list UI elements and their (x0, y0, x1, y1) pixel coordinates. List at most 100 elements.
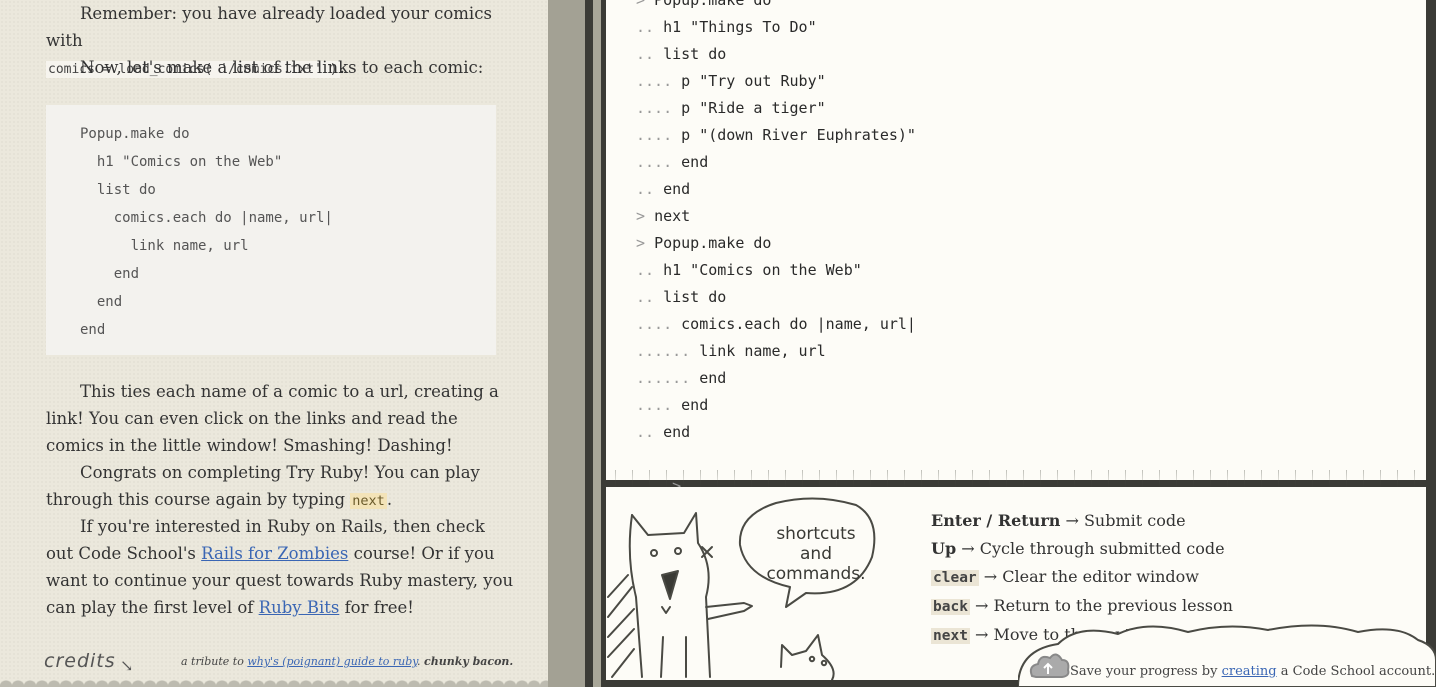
shortcut-row: back → Return to the previous lesson (931, 592, 1233, 621)
lesson-text: This ties each name of a comic to a url,… (46, 382, 499, 455)
terminal-code: p "(down River Euphrates)" (672, 126, 916, 144)
terminal-code: Popup.make do (654, 0, 772, 9)
terminal-code: h1 "Things To Do" (654, 18, 817, 36)
shortcut-key: Up (931, 539, 957, 558)
terminal-code: comics.each do |name, url| (672, 315, 916, 333)
code-line: end (80, 322, 106, 338)
rails-for-zombies-link[interactable]: Rails for Zombies (201, 544, 348, 563)
arrow-icon: → (975, 596, 989, 615)
terminal-code: Popup.make do (654, 234, 772, 252)
terminal-line: .. end (636, 419, 1426, 446)
scalloped-edge (0, 677, 548, 687)
lesson-text: Remember: you have already loaded your c… (46, 4, 492, 50)
terminal-line: .. h1 "Comics on the Web" (636, 257, 1426, 284)
poignant-guide-link[interactable]: why's (poignant) guide to ruby (247, 655, 417, 668)
tribute-sep: . (417, 655, 425, 668)
code-line: h1 "Comics on the Web" (80, 154, 283, 170)
arrow-icon: → (975, 625, 989, 644)
prompt: .... (636, 315, 673, 333)
code-line: end (80, 266, 140, 282)
terminal-line: > Popup.make do (636, 230, 1426, 257)
prompt: .... (636, 396, 673, 414)
credits-link[interactable]: credits (44, 650, 116, 672)
shortcut-description: Clear the editor window (1002, 567, 1199, 586)
prompt: .. (636, 180, 655, 198)
prompt: > (636, 0, 655, 9)
arrow-icon: ↘ (120, 656, 134, 675)
code-line: list do (80, 182, 156, 198)
prompt: .... (636, 126, 673, 144)
prompt: ...... (636, 369, 691, 387)
prompt: .. (636, 423, 655, 441)
terminal[interactable]: > Popup.make do.. h1 "Things To Do".. li… (606, 0, 1426, 495)
terminal-code: end (690, 369, 727, 387)
terminal-line: ...... link name, url (636, 338, 1426, 365)
bubble-line-1: shortcuts (776, 524, 855, 544)
lesson-paragraph-3: This ties each name of a comic to a url,… (46, 378, 516, 459)
cat-doodle-icon: shortcuts and commands. (607, 497, 876, 680)
bubble-line-2: and (800, 544, 832, 564)
prompt: .. (636, 18, 655, 36)
prompt: .... (636, 153, 673, 171)
save-progress-bar: Save your progress by creating a Code Sc… (1070, 664, 1436, 679)
terminal-line: .. list do (636, 284, 1426, 311)
terminal-code: list do (654, 288, 727, 306)
arrow-icon: → (983, 567, 998, 586)
terminal-line: > next (636, 203, 1426, 230)
lesson-paragraph-2: Now, let's make a list of the links to e… (46, 54, 516, 81)
lesson-text: Congrats on completing Try Ruby! You can… (46, 463, 480, 509)
terminal-line: .... p "Try out Ruby" (636, 68, 1426, 95)
lesson-panel: Remember: you have already loaded your c… (0, 0, 548, 687)
terminal-line: .... comics.each do |name, url| (636, 311, 1426, 338)
shortcut-description: Submit code (1083, 511, 1186, 530)
prompt: .... (636, 99, 673, 117)
lesson-paragraph-5: If you're interested in Ruby on Rails, t… (46, 513, 516, 621)
lesson-text: Now, let's make a list of the links to e… (80, 58, 484, 77)
terminal-code: p "Try out Ruby" (672, 72, 826, 90)
terminal-line: > Popup.make do (636, 0, 1426, 14)
terminal-code: link name, url (690, 342, 826, 360)
save-text: a Code School account. ( (1276, 664, 1436, 679)
next-command: next (350, 493, 387, 509)
arrow-icon: → (961, 539, 975, 558)
terminal-line: .... end (636, 392, 1426, 419)
terminal-code: h1 "Comics on the Web" (654, 261, 862, 279)
prompt: > (636, 207, 655, 225)
terminal-code: end (672, 396, 709, 414)
ruby-bits-link[interactable]: Ruby Bits (259, 598, 340, 617)
prompt: .. (636, 288, 655, 306)
create-account-link[interactable]: creating (1222, 664, 1277, 679)
shortcut-key: Enter / Return (931, 511, 1061, 530)
shortcut-key: clear (931, 570, 979, 586)
shortcut-key: back (931, 599, 970, 615)
terminal-code: end (654, 423, 691, 441)
lesson-text: . (386, 490, 393, 509)
terminal-history: > Popup.make do.. h1 "Things To Do".. li… (636, 0, 1426, 446)
terminal-line: .. end (636, 176, 1426, 203)
arrow-icon: → (1065, 511, 1079, 530)
terminal-line: .... p "Ride a tiger" (636, 95, 1426, 122)
code-example: Popup.make do h1 "Comics on the Web" lis… (46, 105, 496, 355)
prompt: ...... (636, 342, 691, 360)
terminal-line: .. h1 "Things To Do" (636, 14, 1426, 41)
shortcut-row: Up → Cycle through submitted code (931, 535, 1233, 563)
code-line: Popup.make do (80, 126, 190, 142)
code-line: comics.each do |name, url| (80, 210, 333, 226)
chunky-bacon: chunky bacon. (424, 655, 514, 668)
lesson-paragraph-4: Congrats on completing Try Ruby! You can… (46, 459, 516, 515)
panel-divider (548, 0, 593, 687)
terminal-code: p "Ride a tiger" (672, 99, 826, 117)
save-text: Save your progress by (1070, 664, 1222, 679)
shortcut-row: clear → Clear the editor window (931, 563, 1233, 592)
shortcut-description: Return to the previous lesson (993, 596, 1233, 615)
lesson-text: for free! (339, 598, 414, 617)
terminal-line: ...... end (636, 365, 1426, 392)
shortcut-description: Cycle through submitted code (979, 539, 1225, 558)
bubble-line-3: commands. (766, 564, 865, 584)
tribute-prefix: a tribute to (181, 655, 248, 668)
terminal-code: end (672, 153, 709, 171)
prompt: .. (636, 261, 655, 279)
prompt: .. (636, 45, 655, 63)
terminal-code: next (654, 207, 691, 225)
shortcut-row: Enter / Return → Submit code (931, 507, 1233, 535)
